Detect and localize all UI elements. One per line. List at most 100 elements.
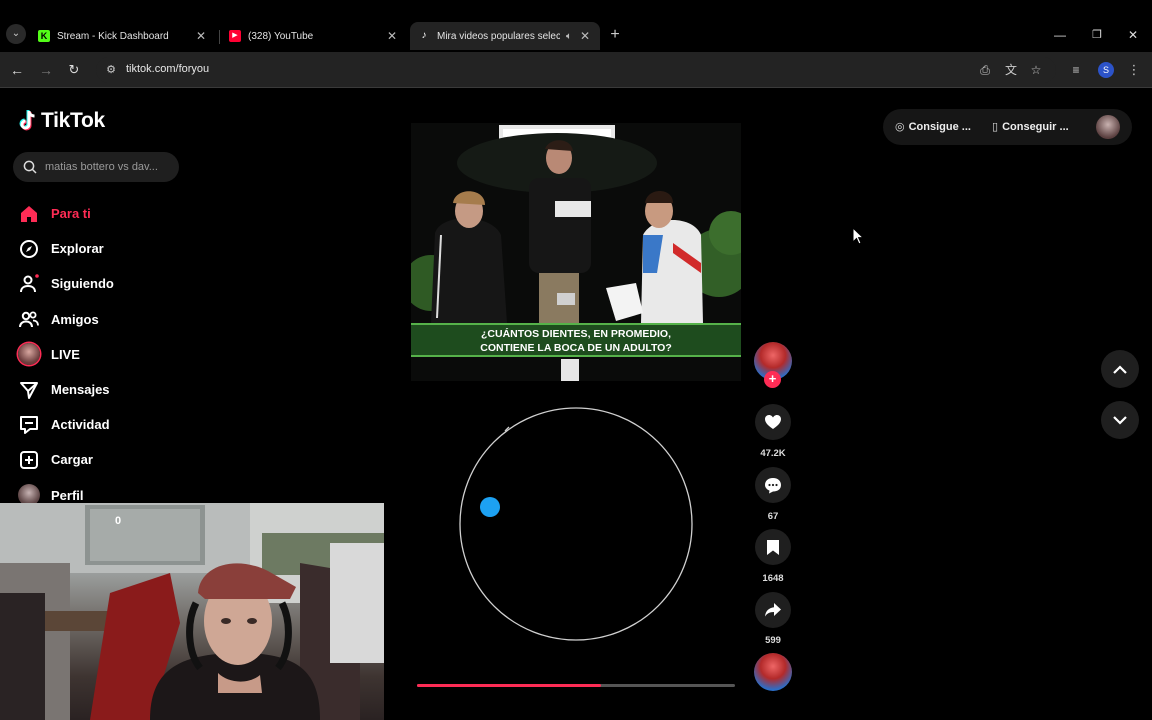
webcam-counter: 0 <box>115 515 122 527</box>
tab-title: (328) YouTube <box>248 30 314 42</box>
live-avatar-icon <box>18 343 40 366</box>
browser-toolbar: ← → ↻ ⚙ tiktok.com/foryou ⎙ 文 ☆ ≡ ⋮ <box>0 52 1152 88</box>
comment-button[interactable] <box>755 467 791 503</box>
media-controls-icon[interactable]: ≡ <box>1068 62 1084 78</box>
search-input[interactable] <box>45 161 170 173</box>
save-button[interactable] <box>755 529 791 565</box>
tiktok-note-icon <box>19 110 35 131</box>
video-caption: ¿CUÁNTOS DIENTES, EN PROMEDIO, CONTIENE … <box>411 323 741 357</box>
phone-icon: ▯ <box>992 121 999 133</box>
webcam-scene <box>0 503 384 720</box>
spinner-ring <box>459 407 693 641</box>
minimize-icon[interactable]: — <box>1053 28 1067 42</box>
nav-label: Amigos <box>51 311 99 327</box>
mouse-cursor-icon <box>852 227 864 245</box>
nav-item-para-ti[interactable]: Para ti <box>18 196 218 231</box>
comment-count: 67 <box>767 511 779 522</box>
url-text[interactable]: tiktok.com/foryou <box>126 63 209 75</box>
compass-icon <box>20 239 38 258</box>
back-arrow-icon[interactable]: ← <box>8 61 26 79</box>
follow-plus-icon[interactable]: + <box>764 371 781 388</box>
share-count: 599 <box>765 635 781 646</box>
speaker-icon[interactable]: 🔈︎ <box>560 31 578 42</box>
following-icon <box>20 274 39 293</box>
tab-close-icon[interactable]: ✕ <box>578 29 592 43</box>
tab-title: Mira videos populares selec <box>437 30 560 42</box>
address-bar[interactable]: ⚙ tiktok.com/foryou <box>96 57 1056 83</box>
tab-separator <box>219 30 220 44</box>
browser-profile-avatar[interactable]: S <box>1098 62 1114 78</box>
tab-title: Stream - Kick Dashboard <box>57 30 169 42</box>
save-count: 1648 <box>762 573 784 584</box>
nav-label: Perfil <box>51 487 84 503</box>
nav-label: LIVE <box>51 346 80 362</box>
tab-youtube[interactable]: ▶ (328) YouTube ✕ <box>221 22 407 50</box>
tab-search-chevron-icon[interactable]: ⌄ <box>6 24 26 44</box>
nav-item-live[interactable]: LIVE <box>18 337 218 372</box>
tiktok-logo[interactable]: TikTok <box>18 109 105 133</box>
home-icon <box>21 205 37 222</box>
search-icon <box>23 160 37 174</box>
video-progress-bar[interactable] <box>417 684 735 687</box>
nav-label: Para ti <box>51 206 91 222</box>
spinner-dot <box>480 497 500 517</box>
youtube-logo-icon: ▶ <box>229 30 241 42</box>
get-coins-label: Consigue ... <box>908 120 971 133</box>
comment-icon <box>765 477 781 493</box>
nav-label: Cargar <box>51 452 93 468</box>
browser-tab-bar: ⌄ K Stream - Kick Dashboard ✕ ▶ (328) Yo… <box>0 0 1152 52</box>
nav-label: Actividad <box>51 417 110 433</box>
translate-icon[interactable]: 文 <box>1003 62 1019 78</box>
tab-close-icon[interactable]: ✕ <box>194 29 208 43</box>
nav-item-siguiendo[interactable]: Siguiendo <box>18 266 218 301</box>
caption-line-1: ¿CUÁNTOS DIENTES, EN PROMEDIO, <box>481 328 671 340</box>
reload-icon[interactable]: ↻ <box>65 61 83 79</box>
bookmark-icon <box>767 539 779 555</box>
window-close-icon[interactable]: ✕ <box>1126 28 1140 42</box>
nav-item-actividad[interactable]: Actividad <box>18 407 218 442</box>
like-button[interactable] <box>755 404 791 440</box>
like-count: 47.2K <box>760 448 786 459</box>
coins-icon: ◎ <box>895 121 905 133</box>
bookmark-star-icon[interactable]: ☆ <box>1028 62 1044 78</box>
nav-item-cargar[interactable]: Cargar <box>18 442 218 477</box>
get-app-button[interactable]: ▯ Conseguir ... <box>992 120 1069 134</box>
chevron-down-icon <box>1113 415 1127 425</box>
nav-label: Siguiendo <box>51 276 114 292</box>
heart-icon <box>765 415 781 429</box>
share-arrow-icon <box>765 603 781 617</box>
nav-item-explorar[interactable]: Explorar <box>18 231 218 266</box>
side-navigation: Para ti Explorar Siguiendo Amigos LIVE M… <box>18 196 218 513</box>
nav-item-mensajes[interactable]: Mensajes <box>18 372 218 407</box>
header-actions: ◎ Consigue ... ▯ Conseguir ... <box>883 109 1132 145</box>
activity-icon <box>20 415 38 434</box>
video-player[interactable]: ¿CUÁNTOS DIENTES, EN PROMEDIO, CONTIENE … <box>411 123 741 720</box>
search-box[interactable] <box>13 152 179 182</box>
messages-icon <box>20 381 38 399</box>
site-settings-icon[interactable]: ⚙ <box>104 63 118 77</box>
video-frame: ¿CUÁNTOS DIENTES, EN PROMEDIO, CONTIENE … <box>411 123 741 381</box>
new-tab-plus-icon[interactable]: + <box>607 27 623 43</box>
user-avatar[interactable] <box>1096 115 1120 139</box>
tiktok-page: TikTok Para ti Explorar <box>0 89 1152 720</box>
friends-icon <box>19 311 39 328</box>
tab-close-icon[interactable]: ✕ <box>385 29 399 43</box>
music-disc-avatar[interactable] <box>754 653 792 691</box>
previous-video-button[interactable] <box>1101 350 1139 388</box>
get-coins-button[interactable]: ◎ Consigue ... <box>895 120 971 134</box>
tab-kick-dashboard[interactable]: K Stream - Kick Dashboard ✕ <box>30 22 216 50</box>
nav-label: Explorar <box>51 241 104 257</box>
nav-item-amigos[interactable]: Amigos <box>18 302 218 337</box>
install-app-icon[interactable]: ⎙ <box>977 62 993 78</box>
chevron-up-icon <box>1113 364 1127 374</box>
next-video-button[interactable] <box>1101 401 1139 439</box>
tiktok-logo-icon: ♪ <box>421 30 427 41</box>
restore-icon[interactable]: ❐ <box>1090 28 1104 42</box>
browser-menu-icon[interactable]: ⋮ <box>1126 62 1142 78</box>
share-button[interactable] <box>755 592 791 628</box>
upload-icon <box>20 450 38 469</box>
nav-label: Mensajes <box>51 382 110 398</box>
forward-arrow-icon[interactable]: → <box>37 61 55 79</box>
webcam-overlay: 0 <box>0 503 384 720</box>
tab-tiktok[interactable]: ♪ Mira videos populares selec 🔈︎ ✕ <box>410 22 600 50</box>
